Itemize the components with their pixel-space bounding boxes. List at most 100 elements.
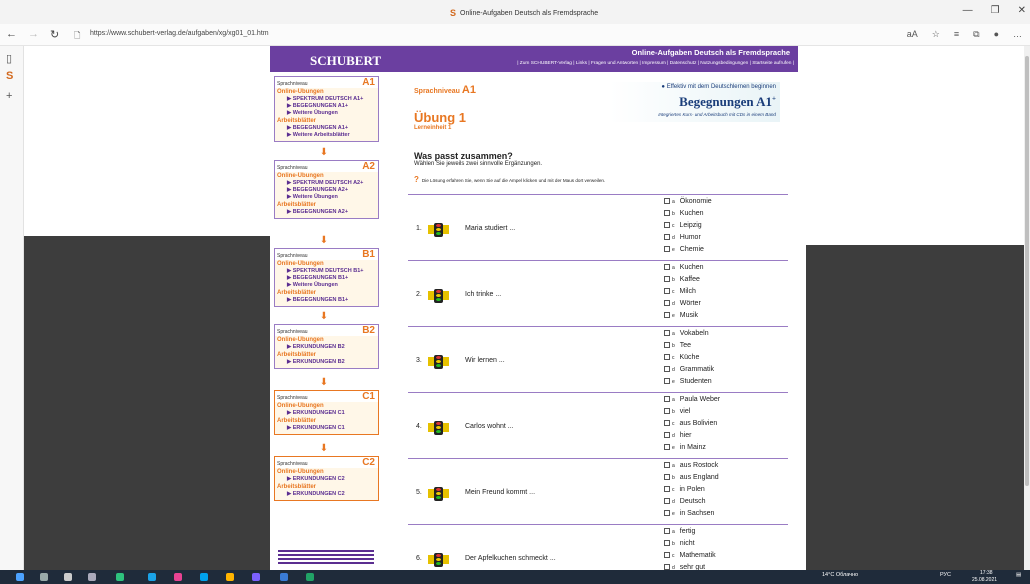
option-checkbox[interactable]: [664, 264, 670, 270]
option-checkbox[interactable]: [664, 396, 670, 402]
sidebar-link[interactable]: ▶ ERKUNDUNGEN B2: [275, 359, 378, 366]
answer-option[interactable]: d Grammatik: [664, 366, 714, 373]
option-checkbox[interactable]: [664, 330, 670, 336]
answer-option[interactable]: a fertig: [664, 528, 695, 535]
option-checkbox[interactable]: [664, 276, 670, 282]
app-icon-4[interactable]: [226, 573, 234, 581]
traffic-light-icon[interactable]: [428, 288, 450, 304]
traffic-light-icon[interactable]: [428, 222, 450, 238]
answer-option[interactable]: c aus Bolivien: [664, 420, 717, 427]
option-checkbox[interactable]: [664, 474, 670, 480]
page-info-icon[interactable]: 🗋: [74, 30, 80, 44]
option-checkbox[interactable]: [664, 300, 670, 306]
clock-date[interactable]: 25.08.2021: [972, 577, 997, 583]
sidebar-link[interactable]: ▶ BEGEGNUNGEN A1+: [275, 125, 378, 132]
worksheets-label[interactable]: Arbeitsblätter: [275, 289, 378, 297]
traffic-light-icon[interactable]: [428, 420, 450, 436]
favorites-list-icon[interactable]: ≡: [954, 29, 959, 40]
clock-time[interactable]: 17:38: [980, 570, 993, 576]
maximize-icon[interactable]: ❐: [991, 5, 1000, 16]
option-checkbox[interactable]: [664, 462, 670, 468]
online-exercises-label[interactable]: Online-Übungen: [275, 402, 378, 410]
sidebar-link[interactable]: ▶ Weitere Arbeitsblätter: [275, 132, 378, 139]
option-checkbox[interactable]: [664, 354, 670, 360]
minimize-icon[interactable]: —: [963, 5, 973, 16]
language-indicator[interactable]: РУС: [940, 572, 951, 578]
edge-icon[interactable]: [148, 573, 156, 581]
option-checkbox[interactable]: [664, 432, 670, 438]
app-icon-5[interactable]: [252, 573, 260, 581]
answer-option[interactable]: c Mathematik: [664, 552, 716, 559]
online-exercises-label[interactable]: Online-Übungen: [275, 172, 378, 180]
answer-option[interactable]: a Ökonomie: [664, 198, 712, 205]
sidebar-link[interactable]: ▶ BEGEGNUNGEN B1+: [275, 275, 378, 282]
weather-widget[interactable]: 14°C Облачно: [822, 572, 858, 578]
page-scrollbar[interactable]: [1024, 46, 1030, 570]
forward-icon[interactable]: →: [28, 28, 39, 40]
answer-option[interactable]: b nicht: [664, 540, 695, 547]
sidebar-link[interactable]: ▶ SPEKTRUM DEUTSCH A1+: [275, 96, 378, 103]
reload-icon[interactable]: ↻: [50, 28, 59, 41]
app-icon-2[interactable]: [174, 573, 182, 581]
option-checkbox[interactable]: [664, 408, 670, 414]
answer-option[interactable]: a Vokabeln: [664, 330, 709, 337]
worksheets-label[interactable]: Arbeitsblätter: [275, 117, 378, 125]
answer-option[interactable]: b Kuchen: [664, 210, 704, 217]
answer-option[interactable]: e in Sachsen: [664, 510, 714, 517]
tab-actions-icon[interactable]: ▯: [6, 52, 12, 65]
sidebar-link[interactable]: ▶ Weitere Übungen: [275, 194, 378, 201]
worksheets-label[interactable]: Arbeitsblätter: [275, 351, 378, 359]
answer-option[interactable]: c in Polen: [664, 486, 705, 493]
more-icon[interactable]: …: [1013, 29, 1022, 40]
notifications-icon[interactable]: ▤: [1016, 572, 1021, 578]
worksheets-label[interactable]: Arbeitsblätter: [275, 483, 378, 491]
sidebar-link[interactable]: ▶ ERKUNDUNGEN C2: [275, 491, 378, 498]
option-checkbox[interactable]: [664, 540, 670, 546]
schubert-tab-icon[interactable]: S: [6, 70, 13, 82]
collections-icon[interactable]: ⧉: [973, 29, 979, 40]
answer-option[interactable]: b aus England: [664, 474, 719, 481]
option-checkbox[interactable]: [664, 528, 670, 534]
answer-option[interactable]: a aus Rostock: [664, 462, 718, 469]
online-exercises-label[interactable]: Online-Übungen: [275, 88, 378, 96]
traffic-light-icon[interactable]: [428, 552, 450, 568]
answer-option[interactable]: d Humor: [664, 234, 701, 241]
traffic-light-icon[interactable]: [428, 354, 450, 370]
answer-option[interactable]: c Leipzig: [664, 222, 702, 229]
answer-option[interactable]: e Chemie: [664, 246, 704, 253]
favorite-icon[interactable]: ☆: [932, 29, 940, 40]
answer-option[interactable]: e Studenten: [664, 378, 712, 385]
answer-option[interactable]: e in Mainz: [664, 444, 706, 451]
option-checkbox[interactable]: [664, 234, 670, 240]
answer-option[interactable]: d hier: [664, 432, 691, 439]
sidebar-link[interactable]: ▶ ERKUNDUNGEN C1: [275, 425, 378, 432]
answer-option[interactable]: c Küche: [664, 354, 699, 361]
worksheets-label[interactable]: Arbeitsblätter: [275, 201, 378, 209]
url-field[interactable]: https://www.schubert-verlag.de/aufgaben/…: [90, 30, 269, 37]
option-checkbox[interactable]: [664, 552, 670, 558]
sidebar-link[interactable]: ▶ BEGEGNUNGEN B1+: [275, 297, 378, 304]
option-checkbox[interactable]: [664, 420, 670, 426]
answer-option[interactable]: a Kuchen: [664, 264, 704, 271]
answer-option[interactable]: d Wörter: [664, 300, 701, 307]
app-icon-1[interactable]: [116, 573, 124, 581]
option-checkbox[interactable]: [664, 378, 670, 384]
option-checkbox[interactable]: [664, 342, 670, 348]
online-exercises-label[interactable]: Online-Übungen: [275, 336, 378, 344]
app-icon-3[interactable]: [200, 573, 208, 581]
header-links[interactable]: | Zum SCHUBERT-Verlag | Links | Fragen u…: [517, 61, 794, 66]
app-icon-7[interactable]: [306, 573, 314, 581]
answer-option[interactable]: a Paula Weber: [664, 396, 720, 403]
option-checkbox[interactable]: [664, 246, 670, 252]
answer-option[interactable]: b Tee: [664, 342, 691, 349]
traffic-light-icon[interactable]: [428, 486, 450, 502]
back-icon[interactable]: ←: [6, 28, 17, 40]
sidebar-link[interactable]: ▶ ERKUNDUNGEN C1: [275, 410, 378, 417]
option-checkbox[interactable]: [664, 510, 670, 516]
scroll-thumb[interactable]: [1025, 56, 1029, 486]
cortana-icon[interactable]: [64, 573, 72, 581]
answer-option[interactable]: e Musik: [664, 312, 698, 319]
app-icon-6[interactable]: [280, 573, 288, 581]
sidebar-link[interactable]: ▶ BEGEGNUNGEN A1+: [275, 103, 378, 110]
option-checkbox[interactable]: [664, 198, 670, 204]
